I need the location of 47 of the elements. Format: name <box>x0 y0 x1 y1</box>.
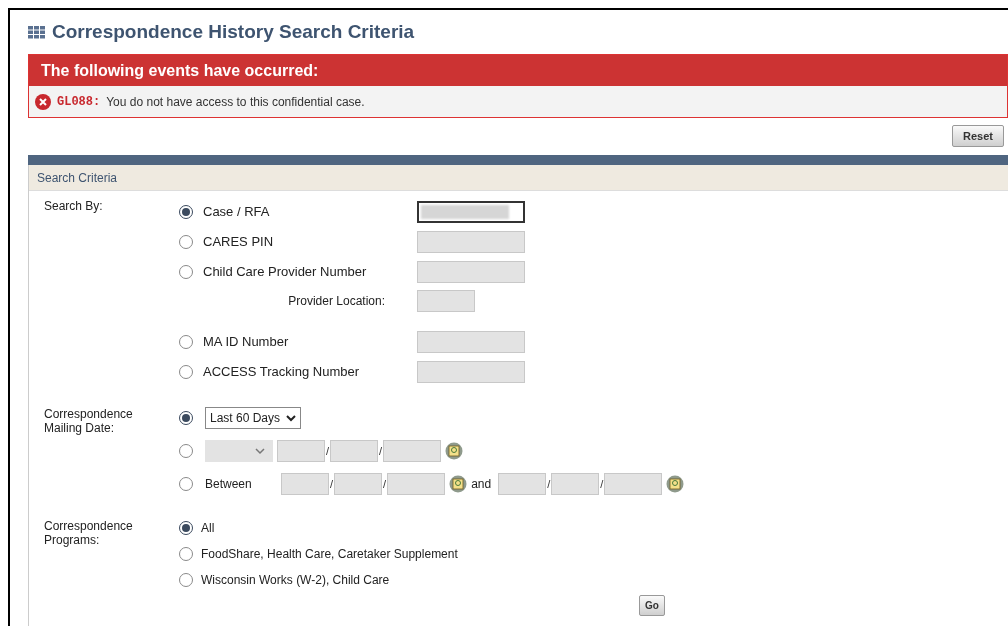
option-label: Wisconsin Works (W-2), Child Care <box>201 572 390 589</box>
reset-button[interactable]: Reset <box>952 125 1004 147</box>
field-label: Search By: <box>43 198 104 215</box>
option-label: All <box>201 520 215 537</box>
calendar-icon[interactable] <box>449 475 468 493</box>
option-label: Between <box>205 476 253 493</box>
error-code: GL088: <box>57 93 101 111</box>
option-label: Case / RFA <box>203 203 270 222</box>
field-label: Correspondence Programs: <box>43 519 134 549</box>
radio-button[interactable] <box>179 205 193 219</box>
period-dropdown[interactable]: Last 60 Days <box>205 407 302 429</box>
date-separator: / <box>547 476 551 492</box>
date-separator: / <box>330 476 334 492</box>
joiner-label: and <box>471 476 492 493</box>
option-label: CARES PIN <box>203 233 274 252</box>
radio-button[interactable] <box>179 235 193 249</box>
option-label: FoodShare, Health Care, Caretaker Supplement <box>201 546 458 563</box>
chevron-down-icon <box>255 447 265 455</box>
date-separator: / <box>379 443 383 459</box>
calendar-icon[interactable] <box>445 442 464 460</box>
error-heading: The following events have occurred: <box>29 55 1007 86</box>
radio-button[interactable] <box>179 365 193 379</box>
option-label: MA ID Number <box>203 333 289 352</box>
go-button[interactable]: Go <box>639 595 665 616</box>
radio-button[interactable] <box>179 335 193 349</box>
calendar-icon[interactable] <box>666 475 685 493</box>
option-label: Child Care Provider Number <box>203 263 367 282</box>
input-field[interactable] <box>417 201 525 223</box>
grid-icon <box>28 25 46 39</box>
date-separator: / <box>326 443 330 459</box>
page-title: Correspondence History Search Criteria <box>52 19 415 44</box>
date-separator: / <box>600 476 604 492</box>
radio-button[interactable] <box>179 411 193 425</box>
section-header: Search Criteria <box>29 165 1008 191</box>
chevron-down-icon <box>286 414 297 422</box>
radio-button[interactable] <box>179 444 193 458</box>
radio-button[interactable] <box>179 521 193 535</box>
radio-button[interactable] <box>179 573 193 587</box>
error-icon <box>35 93 51 110</box>
field-label: Provider Location: <box>287 292 386 310</box>
field-label: Correspondence Mailing Date: <box>43 407 134 437</box>
option-label: ACCESS Tracking Number <box>203 363 360 382</box>
radio-button[interactable] <box>179 477 193 491</box>
date-separator: / <box>383 476 387 492</box>
radio-button[interactable] <box>179 265 193 279</box>
error-message: You do not have access to this confidential case. <box>106 93 365 111</box>
radio-button[interactable] <box>179 547 193 561</box>
